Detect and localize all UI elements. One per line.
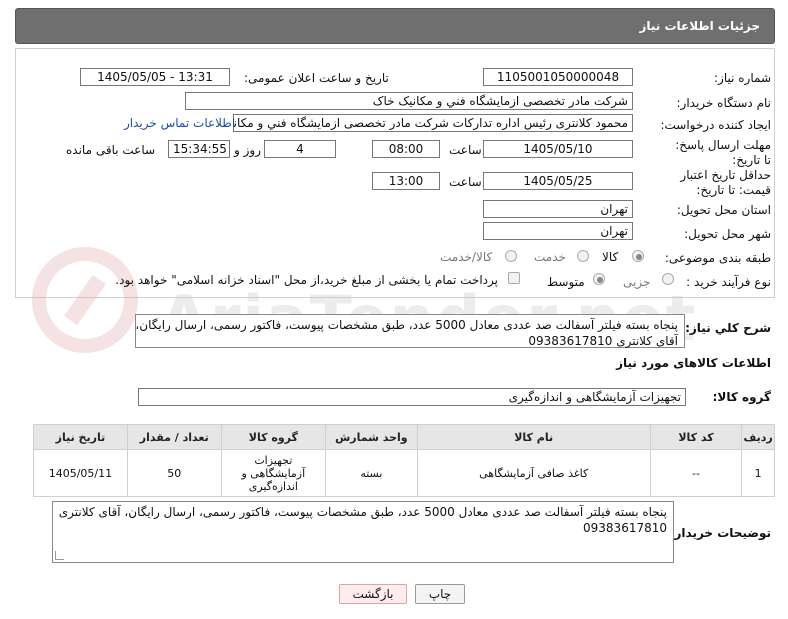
reply-date-field: 1405/05/10 xyxy=(483,140,633,158)
col-name: نام کالا xyxy=(416,424,651,450)
category-service-label: خدمت xyxy=(534,250,566,264)
reply-time-field: 08:00 xyxy=(372,140,440,158)
city-label: شهر محل تحویل: xyxy=(684,227,771,241)
announce-label: تاریخ و ساعت اعلان عمومی: xyxy=(244,71,389,85)
city-field: تهران xyxy=(483,222,633,240)
remaining-time-label: ساعت باقی مانده xyxy=(66,143,156,157)
days-remaining-field: 4 xyxy=(264,140,336,158)
treasury-payment-note: پرداخت تمام یا بخشی از مبلغ خرید،از محل … xyxy=(115,273,498,287)
cell-name: کاغذ صافی آزمایشگاهی xyxy=(416,449,651,497)
cell-group-line-1: تجهیزات xyxy=(254,453,293,467)
need-number-label: شماره نیاز: xyxy=(714,71,771,85)
table-row: 1 -- کاغذ صافی آزمایشگاهی بسته تجهیزات آ… xyxy=(33,449,775,497)
announce-field: 1405/05/05 - 13:31 xyxy=(80,68,230,86)
days-label: روز و xyxy=(234,143,261,157)
category-label: طبقه بندی موضوعی: xyxy=(664,251,771,265)
col-qty: تعداد / مقدار xyxy=(126,424,222,450)
col-date: تاریخ نیاز xyxy=(33,424,128,450)
remaining-time-field: 15:34:55 xyxy=(168,140,230,158)
price-time-field: 13:00 xyxy=(372,172,440,190)
buyer-notes-label: توضیحات خریدار: xyxy=(669,526,771,540)
cell-group-line-2: آزمایشگاهی و xyxy=(241,466,306,480)
page-header: جزئیات اطلاعات نیاز xyxy=(15,8,775,44)
cell-group: تجهیزات آزمایشگاهی و اندازه‌گیری xyxy=(220,449,327,497)
creator-field: محمود کلانتری رئیس اداره تدارکات شرکت ما… xyxy=(233,114,633,132)
category-goods-radio[interactable] xyxy=(632,250,644,262)
print-button[interactable]: چاپ xyxy=(415,584,465,604)
goods-group-field: تجهیزات آزمایشگاهی و اندازه‌گیری xyxy=(138,388,686,406)
creator-label: ایجاد کننده درخواست: xyxy=(660,118,771,132)
need-number-field: 1105001050000048 xyxy=(483,68,633,86)
purchase-minor-radio[interactable] xyxy=(662,273,674,285)
resize-grip-icon[interactable] xyxy=(55,551,64,560)
price-time-label: ساعت xyxy=(449,175,482,189)
summary-line-1: پنجاه بسته فیلتر آسفالت صد عددی معادل 50… xyxy=(135,318,678,332)
page-title: جزئیات اطلاعات نیاز xyxy=(639,19,760,33)
col-group: گروه کالا xyxy=(220,424,327,450)
cell-qty: 50 xyxy=(126,449,222,497)
goods-group-label: گروه کالا: xyxy=(712,390,771,404)
cell-row: 1 xyxy=(741,449,775,497)
category-both-radio[interactable] xyxy=(505,250,517,262)
price-date-field: 1405/05/25 xyxy=(483,172,633,190)
col-unit: واحد شمارش xyxy=(325,424,418,450)
summary-line-2: آقای کلانتری 09383617810 xyxy=(528,334,678,348)
category-both-label: کالا/خدمت xyxy=(440,250,493,264)
purchase-minor-label: جزیی xyxy=(623,275,651,289)
back-button[interactable]: بازگشت xyxy=(339,584,407,604)
buyer-notes-line-2: 09383617810 xyxy=(583,521,667,535)
purchase-medium-radio[interactable] xyxy=(593,273,605,285)
buyer-notes-textarea[interactable]: پنجاه بسته فیلتر آسفالت صد عددی معادل 50… xyxy=(52,501,674,563)
reply-time-label: ساعت xyxy=(449,143,482,157)
goods-section-title: اطلاعات کالاهای مورد نیاز xyxy=(616,356,771,370)
price-deadline-label: حداقل تاریخ اعتبار قیمت: تا تاریخ: xyxy=(680,168,771,197)
province-label: استان محل تحویل: xyxy=(676,203,771,217)
summary-label: شرح کلي نیاز: xyxy=(685,321,771,335)
cell-date: 1405/05/11 xyxy=(33,449,128,497)
cell-code: -- xyxy=(649,449,743,497)
buyer-contact-link[interactable]: اطلاعات تماس خریدار xyxy=(124,116,235,130)
treasury-payment-checkbox[interactable] xyxy=(508,272,520,284)
reply-deadline-label: مهلت ارسال پاسخ: تا تاریخ: xyxy=(675,138,771,167)
buyer-org-label: نام دستگاه خریدار: xyxy=(676,96,772,110)
category-goods-label: کالا xyxy=(602,250,619,264)
purchase-medium-label: متوسط xyxy=(547,275,585,289)
cell-group-line-3: اندازه‌گیری xyxy=(248,479,298,493)
col-code: کد کالا xyxy=(649,424,743,450)
province-field: تهران xyxy=(483,200,633,218)
buyer-org-field: شرکت مادر تخصصی ازمايشگاه فني و مکانيک خ… xyxy=(185,92,633,110)
cell-unit: بسته xyxy=(325,449,418,497)
goods-table-header: ردیف کد کالا نام کالا واحد شمارش گروه کا… xyxy=(33,424,775,450)
summary-textarea[interactable]: پنجاه بسته فیلتر آسفالت صد عددی معادل 50… xyxy=(135,314,685,348)
category-service-radio[interactable] xyxy=(577,250,589,262)
goods-table: ردیف کد کالا نام کالا واحد شمارش گروه کا… xyxy=(33,424,775,497)
col-row: ردیف xyxy=(741,424,775,450)
purchase-type-label: نوع فرآیند خرید : xyxy=(686,275,771,289)
buyer-notes-line-1: پنجاه بسته فیلتر آسفالت صد عددی معادل 50… xyxy=(58,505,667,519)
